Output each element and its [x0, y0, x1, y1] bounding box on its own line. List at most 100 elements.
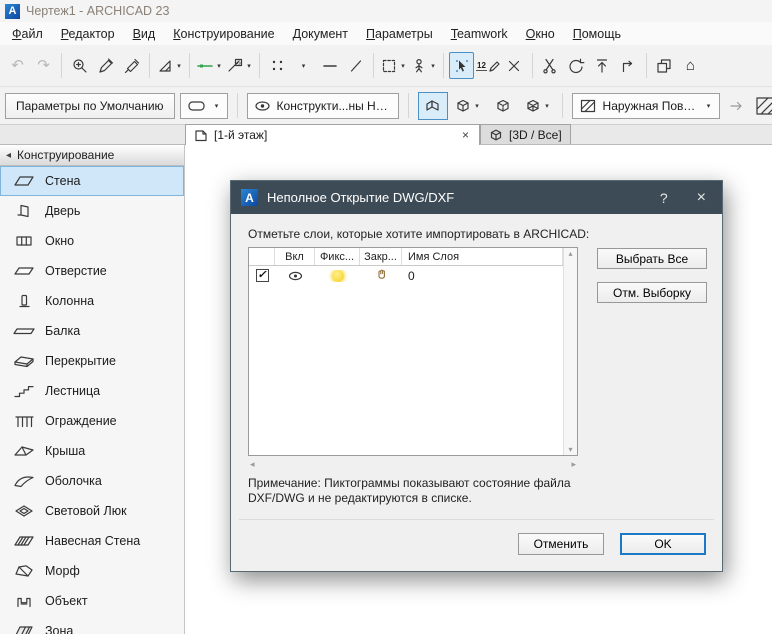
menu-document[interactable]: Документ	[284, 24, 357, 44]
grid-snap-button[interactable]	[265, 52, 290, 79]
view-3d-box-button[interactable]: ▾	[453, 92, 483, 120]
sidebar-item-stair[interactable]: Лестница	[0, 376, 184, 406]
chevron-down-icon[interactable]: ▾	[175, 62, 183, 70]
column-check[interactable]	[249, 248, 275, 265]
chevron-down-icon[interactable]: ▾	[245, 62, 253, 70]
default-settings-button[interactable]: Параметры по Умолчанию	[5, 92, 175, 119]
tab-floor-plan[interactable]: [1-й этаж] ×	[185, 124, 480, 145]
table-row[interactable]: ✓ 0	[249, 266, 563, 285]
table-header: Вкл Фикс... Закр... Имя Слоя	[249, 248, 563, 266]
surface-dropdown[interactable]: Наружная Пове... ▾	[571, 92, 720, 119]
dialog-title-bar[interactable]: A Неполное Открытие DWG/DXF ? ×	[231, 181, 722, 214]
menu-design[interactable]: Конструирование	[164, 24, 283, 44]
trim-button[interactable]	[616, 52, 641, 79]
layer-checkbox[interactable]: ✓	[255, 269, 269, 282]
inject-parameters-button[interactable]	[119, 52, 144, 79]
chevron-down-icon[interactable]: ▾	[543, 102, 551, 110]
dialog-instruction: Отметьте слои, которые хотите импортиров…	[248, 227, 590, 241]
toolbar-separator	[149, 53, 150, 78]
sidebar-item-railing[interactable]: Ограждение	[0, 406, 184, 436]
deselect-button[interactable]: Отм. Выборку	[597, 282, 707, 303]
tab-close-icon[interactable]: ×	[460, 128, 471, 142]
sidebar-item-beam[interactable]: Балка	[0, 316, 184, 346]
column-layer-name[interactable]: Имя Слоя	[402, 248, 563, 265]
set-square-button[interactable]: ▾	[155, 52, 184, 79]
view-3d-solid-button[interactable]	[488, 92, 518, 120]
sidebar-item-skylight[interactable]: Световой Люк	[0, 496, 184, 526]
vertical-scrollbar[interactable]: ▴ ▾	[563, 248, 577, 455]
zoom-tool-button[interactable]	[67, 52, 92, 79]
adjust-button[interactable]	[564, 52, 589, 79]
snap-references-button[interactable]: xy ▾	[225, 52, 254, 79]
collapse-icon[interactable]: ◂	[6, 150, 11, 161]
sidebar-item-column[interactable]: Колонна	[0, 286, 184, 316]
ok-button[interactable]: OK	[620, 533, 706, 555]
sidebar-item-morph[interactable]: Морф	[0, 556, 184, 586]
virtual-trace-button[interactable]: ▾	[409, 52, 438, 79]
chevron-down-icon[interactable]: ▾	[399, 62, 407, 70]
toolbar-separator	[236, 93, 238, 118]
tab-3d[interactable]: [3D / Все]	[480, 124, 571, 144]
chevron-down-icon[interactable]: ▾	[215, 62, 223, 70]
elevate-button[interactable]	[590, 52, 615, 79]
column-visible[interactable]: Вкл	[275, 248, 315, 265]
horizontal-scrollbar[interactable]: ◂ ▸	[248, 458, 578, 470]
sidebar-item-roof[interactable]: Крыша	[0, 436, 184, 466]
split-button[interactable]	[538, 52, 563, 79]
toolbar-separator	[645, 53, 647, 78]
eye-icon	[288, 270, 303, 282]
scroll-right-icon[interactable]: ▸	[571, 459, 576, 470]
menu-file[interactable]: Файл	[3, 24, 52, 44]
hatch-icon	[579, 97, 597, 115]
menu-options[interactable]: Параметры	[357, 24, 442, 44]
menu-teamwork[interactable]: Teamwork	[442, 24, 517, 44]
sidebar-item-object[interactable]: Объект	[0, 586, 184, 616]
cancel-button[interactable]: Отменить	[518, 533, 604, 555]
view-3d-walls-button[interactable]	[417, 91, 448, 120]
toolbox-header[interactable]: ◂ Конструирование	[0, 145, 184, 166]
column-locked[interactable]: Закр...	[360, 248, 402, 265]
scroll-up-icon[interactable]: ▴	[568, 249, 572, 258]
apply-surface-button[interactable]	[725, 92, 750, 119]
gravity-button[interactable]	[317, 52, 342, 79]
drawing-canvas[interactable]: A Неполное Открытие DWG/DXF ? × Отметьте…	[185, 145, 772, 634]
menu-view[interactable]: Вид	[124, 24, 165, 44]
close-button[interactable]: ×	[691, 189, 712, 207]
pick-parameters-button[interactable]	[93, 52, 118, 79]
chevron-down-icon[interactable]: ▾	[429, 62, 437, 70]
home-button[interactable]: ⌂	[678, 52, 703, 79]
guide-lines-button[interactable]: ▾	[195, 52, 224, 79]
view-3d-wire-button[interactable]: ▾	[523, 92, 553, 120]
chevron-down-icon[interactable]: ▾	[473, 102, 481, 110]
set-square-icon	[156, 57, 174, 75]
wall-geometry-dropdown[interactable]: ▾	[179, 92, 228, 119]
dwg-import-dialog: A Неполное Открытие DWG/DXF ? × Отметьте…	[230, 180, 723, 572]
sidebar-item-zone[interactable]: Зона	[0, 616, 184, 634]
arrange-windows-button[interactable]	[652, 52, 677, 79]
sidebar-item-door[interactable]: Дверь	[0, 196, 184, 226]
select-all-button[interactable]: Выбрать Все	[597, 248, 707, 269]
layer-dropdown[interactable]: Конструкти...ны Несущие	[246, 92, 399, 119]
sidebar-item-curtain-wall[interactable]: Навесная Стена	[0, 526, 184, 556]
marquee-button[interactable]: ▾	[379, 52, 408, 79]
help-button[interactable]: ?	[646, 190, 682, 206]
menu-window[interactable]: Окно	[517, 24, 564, 44]
redo-button[interactable]: ↷	[31, 52, 56, 79]
remove-snap-button[interactable]	[502, 52, 527, 79]
cursor-snap-button[interactable]	[449, 52, 474, 79]
undo-button[interactable]: ↶	[5, 52, 30, 79]
sidebar-item-shell[interactable]: Оболочка	[0, 466, 184, 496]
menu-help[interactable]: Помощь	[564, 24, 630, 44]
sidebar-item-label: Крыша	[45, 444, 86, 458]
sidebar-item-wall[interactable]: Стена	[0, 166, 184, 196]
sidebar-item-window[interactable]: Окно	[0, 226, 184, 256]
menu-edit[interactable]: Редактор	[52, 24, 124, 44]
sidebar-item-slab[interactable]: Перекрытие	[0, 346, 184, 376]
grid-snap-caret-button[interactable]: ▾	[291, 52, 316, 79]
relative-coordinates-button[interactable]	[343, 52, 368, 79]
sidebar-item-opening[interactable]: Отверстие	[0, 256, 184, 286]
scroll-down-icon[interactable]: ▾	[568, 445, 572, 454]
column-frozen[interactable]: Фикс...	[315, 248, 360, 265]
scroll-left-icon[interactable]: ◂	[250, 459, 255, 470]
coordinate-input-button[interactable]: 12	[475, 52, 501, 79]
